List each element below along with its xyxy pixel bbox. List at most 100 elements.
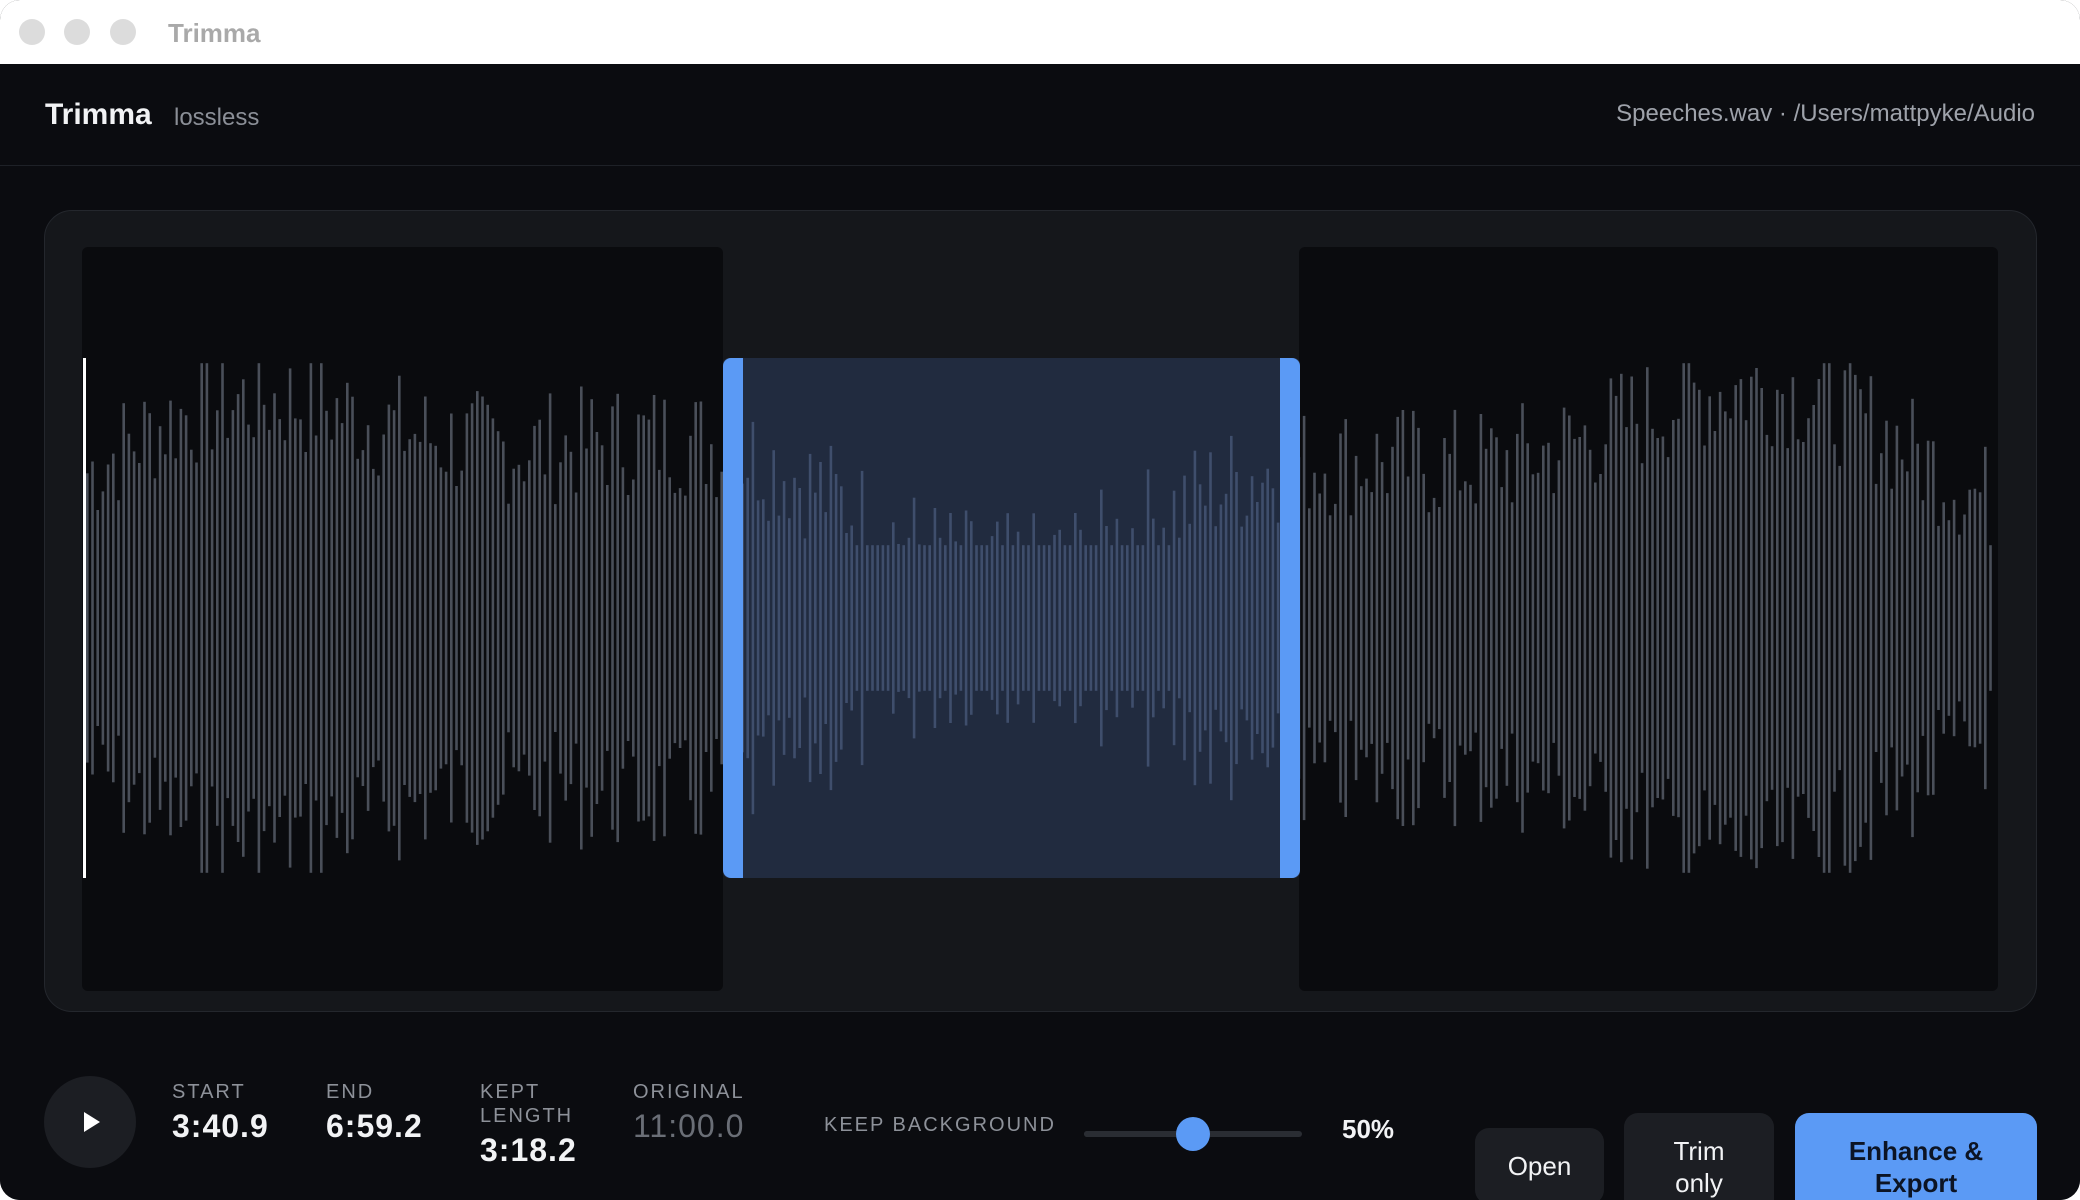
- waveform-bar: [1926, 440, 1930, 796]
- waveform-bar: [1739, 379, 1743, 857]
- waveform-bar: [559, 462, 562, 774]
- waveform-bar: [980, 545, 983, 691]
- waveform-bar: [1812, 405, 1815, 831]
- waveform-bar: [1635, 423, 1639, 813]
- waveform-bar: [1458, 490, 1462, 746]
- waveform-bar: [1027, 545, 1030, 691]
- waveform-bar: [1079, 529, 1082, 707]
- transport-bar: START 3:40.9 END 6:59.2 KEPT LENGTH 3:18…: [0, 1034, 2080, 1200]
- waveform-bar: [528, 460, 531, 776]
- waveform-editor[interactable]: [44, 210, 2037, 1012]
- waveform-bar: [372, 468, 375, 768]
- waveform-bar: [751, 421, 755, 815]
- waveform-bar: [1885, 420, 1888, 816]
- close-window-button[interactable]: [19, 19, 45, 45]
- waveform-bar: [1427, 512, 1431, 724]
- waveform-bar: [840, 486, 843, 750]
- waveform-bar: [533, 425, 536, 810]
- waveform-bar: [574, 492, 578, 744]
- waveform-bar: [361, 450, 365, 786]
- waveform-bar: [138, 463, 141, 774]
- waveform-bar: [1952, 499, 1956, 737]
- waveform-bar: [1453, 409, 1457, 827]
- waveform-bar: [970, 521, 973, 715]
- waveform-bar: [356, 458, 359, 778]
- waveform-bar: [866, 545, 869, 691]
- waveform-bar: [1417, 427, 1420, 809]
- kept-label: KEPT LENGTH: [480, 1081, 574, 1127]
- enhance-export-button[interactable]: Enhance & Export: [1795, 1113, 2037, 1200]
- waveform-bar: [1339, 433, 1342, 803]
- waveform-bar: [756, 500, 760, 736]
- waveform-bar: [148, 413, 151, 823]
- selection-start-handle[interactable]: [723, 358, 743, 878]
- waveform-bar: [881, 545, 885, 691]
- waveform-bar: [1349, 515, 1353, 721]
- end-label: END: [326, 1081, 375, 1103]
- waveform-bar: [814, 492, 817, 744]
- waveform-bar: [174, 458, 177, 778]
- app-header: Trimma lossless Speeches.wav · /Users/ma…: [0, 64, 2080, 166]
- waveform-bar: [996, 521, 999, 715]
- waveform-bar: [216, 410, 219, 826]
- waveform-bar: [1198, 484, 1202, 752]
- waveform-bar: [1516, 433, 1519, 803]
- waveform-bar: [912, 497, 916, 739]
- waveform-bar: [710, 444, 713, 792]
- waveform-bar: [1854, 374, 1857, 862]
- waveform-bar: [1526, 443, 1529, 793]
- waveform-bar: [1235, 472, 1238, 765]
- playhead[interactable]: [83, 358, 86, 878]
- waveform-bar: [1261, 482, 1264, 754]
- waveform-bar: [1547, 442, 1550, 794]
- waveform-bar: [517, 464, 521, 772]
- waveform-bar: [1734, 385, 1737, 851]
- waveform-bar: [907, 537, 911, 699]
- waveform-bar: [1776, 389, 1779, 847]
- play-button[interactable]: [44, 1076, 136, 1168]
- kept-length: KEPT LENGTH 3:18.2: [480, 1080, 600, 1169]
- waveform-bar: [1500, 487, 1503, 749]
- waveform[interactable]: [82, 358, 1998, 878]
- open-button[interactable]: Open: [1475, 1128, 1604, 1200]
- waveform-bar: [668, 477, 671, 759]
- waveform-bar: [611, 406, 614, 830]
- waveform-bar: [1401, 410, 1405, 826]
- waveform-bar: [179, 408, 183, 827]
- waveform-bar: [1344, 419, 1347, 817]
- enhance-export-button-label: Enhance & Export: [1848, 1135, 1984, 1198]
- selection-end-handle[interactable]: [1280, 358, 1300, 878]
- waveform-bar: [1958, 534, 1961, 702]
- waveform-bar: [1245, 515, 1249, 721]
- waveform-bar: [1703, 445, 1706, 791]
- waveform-bar: [434, 445, 437, 791]
- waveform-bar: [1536, 472, 1540, 764]
- waveform-bar: [1666, 457, 1670, 779]
- waveform-bar: [1807, 418, 1810, 818]
- waveform-bar: [450, 413, 453, 823]
- waveform-bar: [200, 363, 203, 873]
- waveform-bar: [1968, 489, 1971, 747]
- waveform-bar: [481, 396, 484, 840]
- waveform-bar: [1391, 446, 1394, 790]
- zoom-window-button[interactable]: [110, 19, 136, 45]
- app-window: Trimma Trimma lossless Speeches.wav · /U…: [0, 0, 2080, 1200]
- waveform-bar: [689, 435, 692, 801]
- waveform-bar: [954, 541, 957, 695]
- minimize-window-button[interactable]: [64, 19, 90, 45]
- waveform-bar: [829, 445, 833, 791]
- waveform-bar: [1900, 459, 1904, 777]
- waveform-bar: [252, 437, 255, 799]
- waveform-bar: [548, 393, 552, 843]
- waveform-bar: [803, 538, 807, 698]
- waveform-bar: [1152, 518, 1155, 718]
- waveform-bar: [938, 537, 942, 699]
- keep-background-slider-thumb[interactable]: [1176, 1117, 1210, 1151]
- waveform-bar: [1817, 379, 1821, 857]
- waveform-bar: [1214, 526, 1217, 710]
- waveform-bar: [975, 545, 978, 691]
- trim-only-button[interactable]: Trim only: [1624, 1113, 1774, 1200]
- waveform-bar: [132, 451, 136, 785]
- waveform-bar: [918, 544, 921, 692]
- waveform-bar: [1594, 482, 1597, 754]
